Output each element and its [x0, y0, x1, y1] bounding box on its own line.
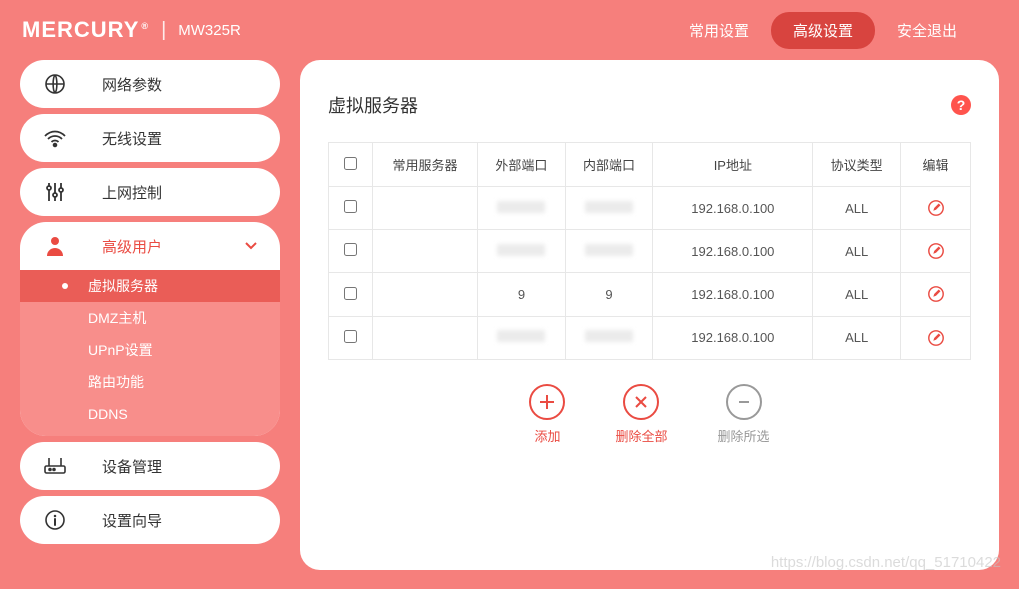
th-service: 常用服务器	[373, 143, 478, 187]
subnav: 虚拟服务器 DMZ主机 UPnP设置 路由功能 DDNS	[20, 270, 280, 436]
router-icon	[42, 453, 68, 479]
cell-protocol: ALL	[813, 273, 901, 316]
cell-ip: 192.168.0.100	[653, 230, 813, 273]
plus-icon	[529, 384, 565, 420]
delete-all-button[interactable]: 删除全部	[615, 384, 667, 445]
minus-icon	[726, 384, 762, 420]
cell-service	[373, 273, 478, 316]
cell-ip: 192.168.0.100	[653, 316, 813, 359]
subnav-ddns[interactable]: DDNS	[20, 398, 280, 430]
cell-service	[373, 230, 478, 273]
cell-ip: 192.168.0.100	[653, 273, 813, 316]
sidebar-item-wizard[interactable]: 设置向导	[20, 496, 280, 544]
globe-icon	[42, 71, 68, 97]
nav-logout[interactable]: 安全退出	[875, 12, 979, 49]
sidebar-item-network[interactable]: 网络参数	[20, 60, 280, 108]
cell-ext-port	[478, 230, 566, 273]
cell-service	[373, 316, 478, 359]
row-checkbox[interactable]	[344, 200, 357, 213]
edit-icon[interactable]	[927, 242, 945, 259]
table-row: 192.168.0.100ALL	[329, 230, 971, 273]
cell-ip: 192.168.0.100	[653, 187, 813, 230]
cell-int-port	[565, 187, 653, 230]
row-checkbox[interactable]	[344, 330, 357, 343]
cell-protocol: ALL	[813, 316, 901, 359]
cell-service	[373, 187, 478, 230]
row-checkbox[interactable]	[344, 243, 357, 256]
edit-icon[interactable]	[927, 199, 945, 216]
wifi-icon	[42, 125, 68, 151]
cell-int-port	[565, 230, 653, 273]
th-int-port: 内部端口	[565, 143, 653, 187]
chevron-down-icon	[244, 238, 258, 255]
th-ip: IP地址	[653, 143, 813, 187]
sidebar-item-access[interactable]: 上网控制	[20, 168, 280, 216]
nav-advanced[interactable]: 高级设置	[771, 12, 875, 49]
cell-int-port: 9	[565, 273, 653, 316]
page-title: 虚拟服务器	[328, 92, 418, 118]
x-icon	[623, 384, 659, 420]
select-all-checkbox[interactable]	[344, 157, 357, 170]
subnav-route[interactable]: 路由功能	[20, 366, 280, 398]
delete-selected-button[interactable]: 删除所选	[718, 384, 770, 445]
action-bar: 添加 删除全部 删除所选	[328, 384, 971, 445]
vserver-table: 常用服务器 外部端口 内部端口 IP地址 协议类型 编辑 192.168.0.1…	[328, 142, 971, 360]
sidebar-item-wireless[interactable]: 无线设置	[20, 114, 280, 162]
logo-separator: |	[161, 19, 166, 42]
help-icon[interactable]: ?	[951, 95, 971, 115]
edit-icon[interactable]	[927, 329, 945, 346]
sidebar-item-device[interactable]: 设备管理	[20, 442, 280, 490]
row-checkbox[interactable]	[344, 287, 357, 300]
model-label: MW325R	[178, 22, 241, 39]
main-panel: 虚拟服务器 ? 常用服务器 外部端口 内部端口 IP地址 协议类型 编辑 192…	[300, 60, 999, 570]
delete-all-label: 删除全部	[615, 426, 667, 445]
sidebar: 网络参数 无线设置 上网控制 高级用户	[20, 60, 280, 570]
cell-ext-port: 9	[478, 273, 566, 316]
edit-icon[interactable]	[927, 286, 945, 303]
brand-logo: MERCURY®	[22, 17, 149, 43]
cell-ext-port	[478, 316, 566, 359]
sliders-icon	[42, 179, 68, 205]
top-nav: 常用设置 高级设置 安全退出	[667, 12, 979, 49]
sidebar-label-advanced: 高级用户	[102, 236, 162, 257]
cell-int-port	[565, 316, 653, 359]
info-icon	[42, 507, 68, 533]
nav-basic[interactable]: 常用设置	[667, 12, 771, 49]
watermark: https://blog.csdn.net/qq_51710422	[771, 554, 1001, 571]
table-row: 192.168.0.100ALL	[329, 316, 971, 359]
sidebar-label-access: 上网控制	[102, 182, 162, 203]
delete-selected-label: 删除所选	[718, 426, 770, 445]
table-row: 192.168.0.100ALL	[329, 187, 971, 230]
th-protocol: 协议类型	[813, 143, 901, 187]
cell-protocol: ALL	[813, 230, 901, 273]
cell-protocol: ALL	[813, 187, 901, 230]
subnav-upnp[interactable]: UPnP设置	[20, 334, 280, 366]
th-edit: 编辑	[901, 143, 971, 187]
sidebar-label-device: 设备管理	[102, 456, 162, 477]
sidebar-label-wizard: 设置向导	[102, 510, 162, 531]
cell-ext-port	[478, 187, 566, 230]
th-ext-port: 外部端口	[478, 143, 566, 187]
user-icon	[42, 233, 68, 259]
add-label: 添加	[534, 426, 560, 445]
subnav-virtual-server[interactable]: 虚拟服务器	[20, 270, 280, 302]
sidebar-label-wireless: 无线设置	[102, 128, 162, 149]
sidebar-group-advanced: 高级用户 虚拟服务器 DMZ主机 UPnP设置 路由功能 DDNS	[20, 222, 280, 436]
sidebar-item-advanced-user[interactable]: 高级用户	[20, 222, 280, 270]
header: MERCURY® | MW325R 常用设置 高级设置 安全退出	[0, 0, 1019, 60]
trademark: ®	[141, 21, 149, 31]
add-button[interactable]: 添加	[529, 384, 565, 445]
table-row: 99192.168.0.100ALL	[329, 273, 971, 316]
subnav-dmz[interactable]: DMZ主机	[20, 302, 280, 334]
sidebar-label-network: 网络参数	[102, 74, 162, 95]
